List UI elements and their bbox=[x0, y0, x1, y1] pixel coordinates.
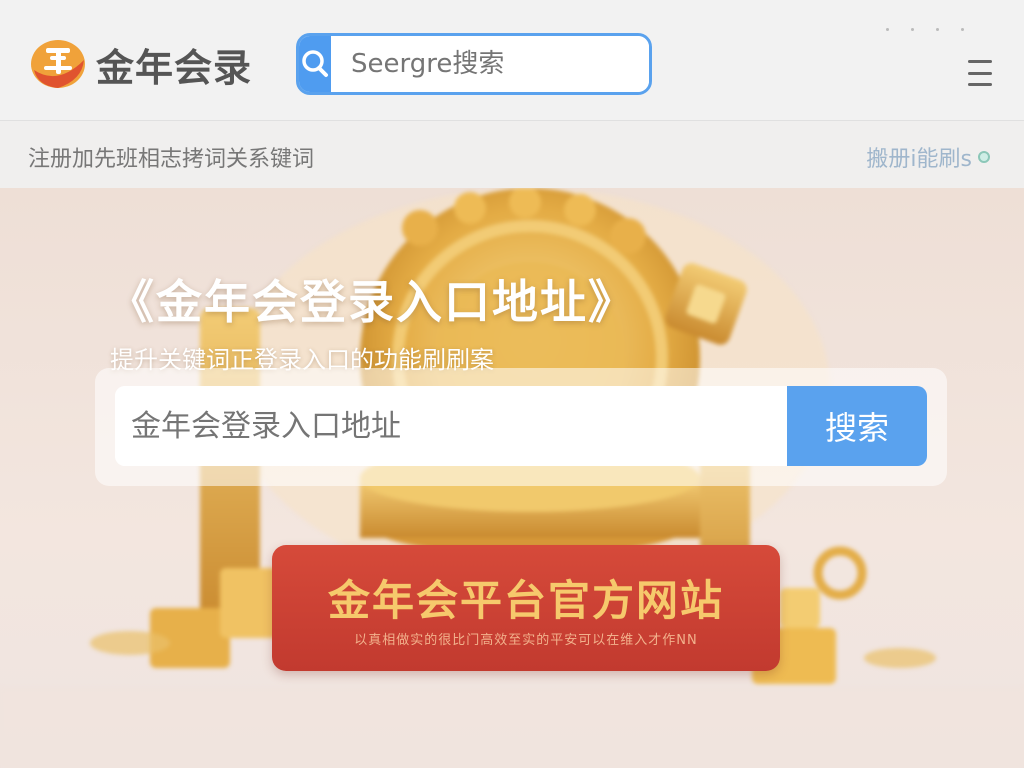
site-logo[interactable]: 金年会录 bbox=[28, 36, 252, 92]
keyword-bar-text: 注册加先班相志拷词关系键词 bbox=[28, 147, 315, 172]
promo-banner: 金年会平台官方网站 以真相做实的很比门高效至实的平安可以在维入才作NN bbox=[272, 545, 780, 671]
status-dot-icon bbox=[978, 151, 990, 163]
top-header: 金年会录 bbox=[0, 0, 1024, 120]
logo-text: 金年会录 bbox=[96, 45, 253, 90]
search-icon bbox=[302, 50, 328, 77]
page-title: 《金年会登录入口地址》 bbox=[108, 275, 636, 329]
banner-title: 金年会平台官方网站 bbox=[327, 576, 724, 625]
header-search-box bbox=[296, 33, 652, 95]
jin-coin-logo-icon bbox=[28, 36, 92, 92]
main-search-panel: 搜索 bbox=[95, 368, 947, 486]
main-search-button[interactable]: 搜索 bbox=[787, 386, 927, 466]
decorative-dots bbox=[886, 28, 964, 31]
banner-subtitle: 以真相做实的很比门高效至实的平安可以在维入才作NN bbox=[354, 633, 698, 648]
keyword-bar: 注册加先班相志拷词关系键词 搬册i能刷s bbox=[0, 120, 1024, 188]
keyword-bar-link[interactable]: 搬册i能刷s bbox=[866, 141, 972, 173]
hero-section: 金年会平台官方网站 以真相做实的很比门高效至实的平安可以在维入才作NN 《金年会… bbox=[0, 188, 1024, 768]
main-search-box: 搜索 bbox=[115, 386, 927, 466]
header-search-button[interactable] bbox=[299, 36, 331, 92]
hamburger-menu-icon[interactable] bbox=[968, 60, 992, 86]
main-search-input[interactable] bbox=[115, 386, 787, 466]
header-search-input[interactable] bbox=[331, 36, 649, 92]
